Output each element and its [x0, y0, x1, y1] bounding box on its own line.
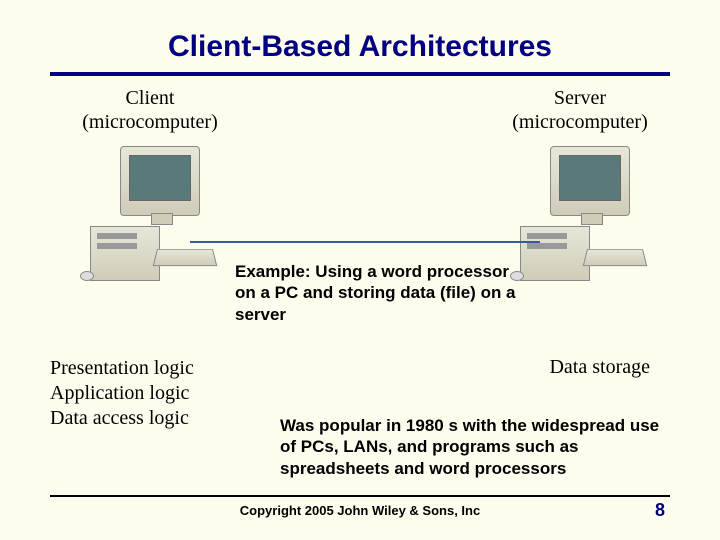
monitor-icon: [550, 146, 630, 216]
server-role: Data storage: [549, 356, 650, 379]
server-heading: Server: [554, 87, 606, 109]
monitor-icon: [120, 146, 200, 216]
copyright-text: Copyright 2005 John Wiley & Sons, Inc: [0, 503, 720, 518]
client-computer-icon: [80, 146, 220, 286]
client-sub: (microcomputer): [82, 111, 218, 133]
network-connection-line: [190, 241, 540, 243]
tower-icon: [520, 226, 590, 281]
mouse-icon: [80, 271, 94, 281]
client-label: Client (microcomputer): [60, 86, 240, 134]
page-number: 8: [655, 500, 665, 521]
list-item: Presentation logic: [50, 356, 194, 381]
popularity-note: Was popular in 1980 s with the widesprea…: [280, 415, 670, 479]
server-computer-icon: [510, 146, 650, 286]
keyboard-icon: [583, 249, 648, 266]
slide-title: Client-Based Architectures: [0, 0, 720, 72]
server-label: Server (microcomputer): [490, 86, 670, 134]
title-underline: [50, 72, 670, 76]
client-logic-list: Presentation logic Application logic Dat…: [50, 356, 194, 431]
list-item: Application logic: [50, 381, 194, 406]
tower-icon: [90, 226, 160, 281]
architecture-diagram: Client (microcomputer) Server (microcomp…: [50, 86, 670, 386]
keyboard-icon: [153, 249, 218, 266]
example-caption: Example: Using a word processor on a PC …: [235, 261, 525, 325]
server-sub: (microcomputer): [512, 111, 648, 133]
footer-divider: [50, 495, 670, 497]
list-item: Data access logic: [50, 406, 194, 431]
client-heading: Client: [126, 87, 175, 109]
